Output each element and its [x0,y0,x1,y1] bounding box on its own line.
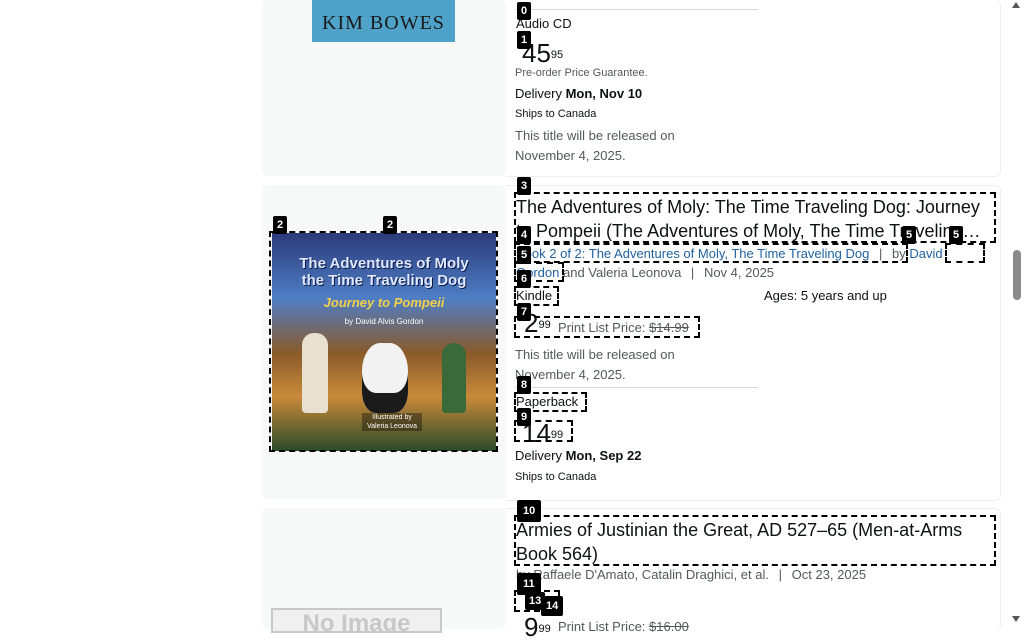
delivery-date: Mon, Nov 10 [565,86,643,101]
release-note: This title will be released on November … [515,128,675,163]
scroll-up-arrow[interactable] [1012,2,1020,8]
annotation-tag: 3 [517,177,532,195]
price-fraction: 95 [550,49,564,61]
annotation-tag: 0 [517,2,532,20]
annotation-tag: 8 [517,376,532,394]
book-title-link[interactable]: Armies of Justinian the Great, AD 527–65… [516,518,986,566]
scrollbar-thumb[interactable] [1013,250,1021,300]
cover-author: by David Alvis Gordon [344,317,424,326]
ships-to: Ships to Canada [515,471,597,483]
kindle-release-note: This title will be released on November … [515,347,675,382]
series-line: Book 2 of 2: The Adventures of Moly, The… [516,244,986,282]
page-scrollbar[interactable] [1008,0,1024,629]
annotation-tag: 5 [517,246,532,264]
series-link[interactable]: Book 2 of 2: The Adventures of Moly, The… [516,246,869,261]
annotation-tag: 2 [383,216,398,234]
book-title-link[interactable]: The Adventures of Moly: The Time Traveli… [516,195,994,243]
publish-date: Nov 4, 2025 [703,265,775,280]
annotation-tag: 9 [517,408,532,426]
publish-date: Oct 23, 2025 [791,567,867,582]
book-cover-1[interactable]: KIM BOWES [312,0,455,42]
print-list-value: $16.00 [649,619,689,634]
annotation-tag: 14 [541,596,564,616]
price-whole: 9 [524,612,539,642]
scroll-down-arrow[interactable] [1012,616,1020,622]
price-item-3[interactable]: 999 [524,614,551,640]
print-list-label: Print List Price: [558,320,646,335]
delivery-date: Mon, Sep 22 [565,448,642,463]
annotation-tag: 5 [949,226,964,244]
price-fraction: 99 [550,429,564,441]
print-list-price: Print List Price: $16.00 [558,619,689,634]
authors-line: by Raffaele D'Amato, Catalin Draghici, e… [516,567,866,582]
annotation-tag: 1 [517,31,532,49]
ships-to: Ships to Canada [515,108,597,120]
price-fraction: 99 [538,319,551,331]
delivery-info: Delivery Mon, Nov 10 [515,86,642,101]
annotation-tag: 7 [517,303,532,321]
divider [515,387,758,388]
format-paperback-link[interactable]: Paperback [516,394,578,409]
print-list-price: Print List Price: $14.99 [558,320,689,335]
authors: by Raffaele D'Amato, Catalin Draghici, e… [516,567,769,582]
by-label: by [892,246,906,261]
delivery-label: Delivery [515,86,562,101]
cover-subtitle: Journey to Pompeii [323,295,445,310]
annotation-tag: 4 [517,226,532,244]
delivery-info: Delivery Mon, Sep 22 [515,448,641,463]
coauthor: and Valeria Leonova [563,265,682,280]
cover-author-text: KIM BOWES [322,12,445,34]
separator: | [778,567,782,582]
cover-character-right [442,343,466,413]
cover-dog-illustration [362,343,408,413]
price-fraction: 99 [538,623,551,635]
cover-illustrator: Illustrated by Valeria Leonova [362,413,422,431]
divider [515,9,758,10]
annotation-tag: 5 [902,226,917,244]
book-cover-3-placeholder[interactable]: No Image [271,608,442,633]
annotation-tag: 2 [273,216,288,234]
print-list-label: Print List Price: [558,619,646,634]
annotation-tag: 6 [517,270,532,288]
print-list-value: $14.99 [649,320,689,335]
delivery-label: Delivery [515,448,562,463]
cover-title: The Adventures of Moly the Time Travelin… [299,255,469,289]
book-cover-2[interactable]: The Adventures of Moly the Time Travelin… [272,233,496,451]
age-range: Ages: 5 years and up [764,288,887,303]
annotation-tag: 10 [517,500,542,522]
no-image-text: No Image [302,610,411,633]
preorder-guarantee: Pre-order Price Guarantee. [515,67,648,79]
separator: | [878,246,883,261]
separator: | [690,265,695,280]
cover-character-left [302,333,328,413]
format-kindle-link[interactable]: Kindle [516,288,552,303]
